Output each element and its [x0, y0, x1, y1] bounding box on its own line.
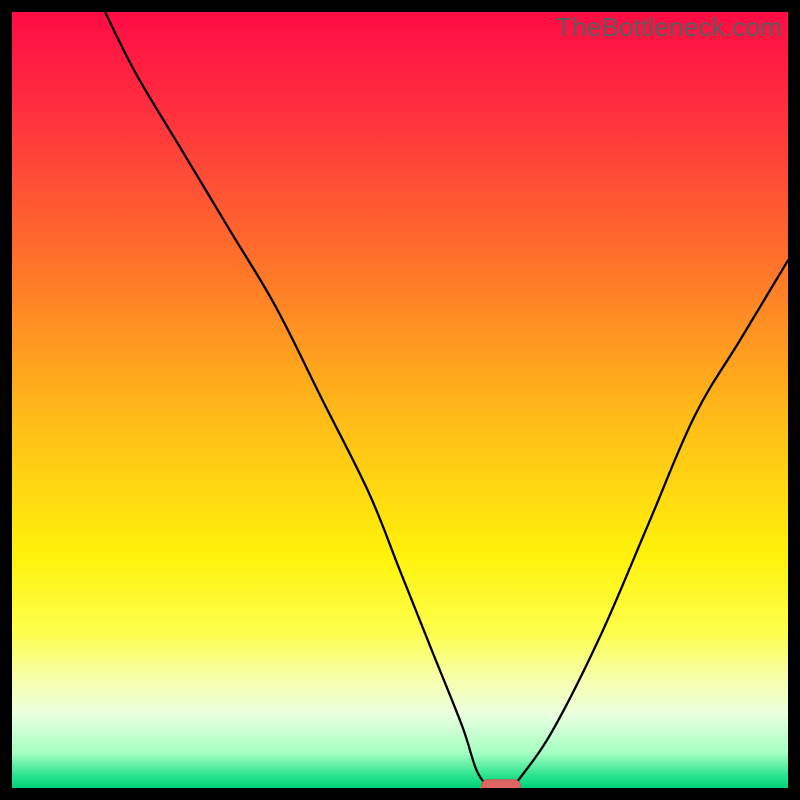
optimal-marker: [482, 780, 521, 788]
plot-area: TheBottleneck.com: [12, 12, 788, 788]
watermark-text: TheBottleneck.com: [556, 12, 782, 43]
chart-frame: TheBottleneck.com: [0, 0, 800, 800]
chart-svg: [12, 12, 788, 788]
gradient-background: [12, 12, 788, 788]
